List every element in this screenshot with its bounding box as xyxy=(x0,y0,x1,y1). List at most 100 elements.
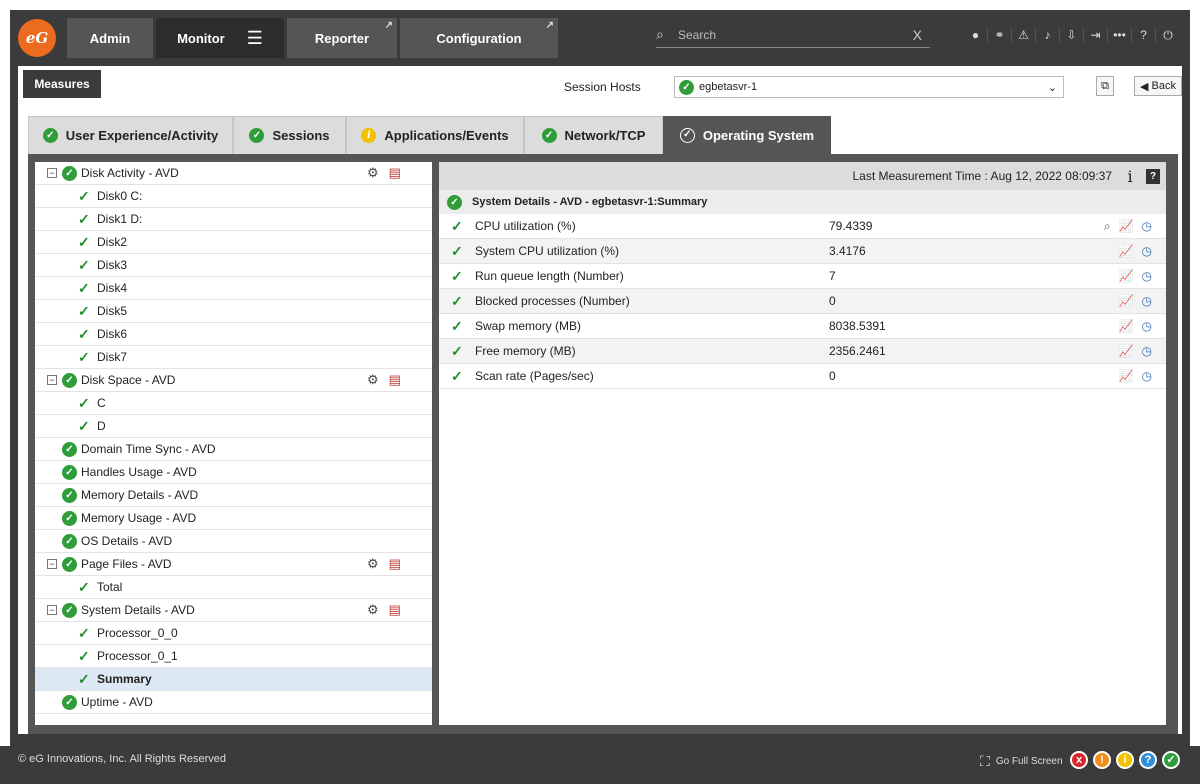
tree-descriptor-item[interactable]: ✓ Disk0 C: xyxy=(35,185,432,208)
tree-descriptor-item[interactable]: ✓ Disk6 xyxy=(35,323,432,346)
tab-user-experience[interactable]: ✓ User Experience/Activity xyxy=(28,116,233,154)
tree-descriptor-item[interactable]: ✓ Disk1 D: xyxy=(35,208,432,231)
history-icon[interactable]: ◷ xyxy=(1142,269,1152,283)
fullscreen-icon: ⛶ xyxy=(980,753,990,769)
search-icon[interactable]: ⌕ xyxy=(1104,219,1111,234)
tree-test-item[interactable]: ✓ Memory Details - AVD xyxy=(35,484,432,507)
info-icon[interactable]: i xyxy=(1122,167,1138,186)
user-icon[interactable]: ● xyxy=(964,28,988,43)
unknown-status-icon[interactable]: ? xyxy=(1139,751,1157,769)
go-full-screen-button[interactable]: ⛶ Go Full Screen xyxy=(980,753,1063,770)
tab-network-tcp[interactable]: ✓ Network/TCP xyxy=(524,116,663,154)
tree-test-item[interactable]: ✓ Uptime - AVD xyxy=(35,691,432,714)
tree-test-item[interactable]: − ✓ Page Files - AVD ⚙ ▤ xyxy=(35,553,432,576)
clear-search-icon[interactable]: X xyxy=(913,27,922,43)
tree-descriptor-item[interactable]: ✓ Disk3 xyxy=(35,254,432,277)
tree-test-item[interactable]: ✓ Handles Usage - AVD xyxy=(35,461,432,484)
history-icon[interactable]: ◷ xyxy=(1142,344,1152,358)
link-icon[interactable]: ⚭ xyxy=(988,28,1012,43)
tree-descriptor-item[interactable]: ✓ D xyxy=(35,415,432,438)
measure-value: 3.4176 xyxy=(829,244,866,258)
tree-descriptor-item[interactable]: ✓ C xyxy=(35,392,432,415)
trend-graph-icon[interactable]: 📈 xyxy=(1119,219,1134,234)
configure-gear-icon[interactable]: ⚙ xyxy=(367,602,379,618)
tree-descriptor-item[interactable]: ✓ Processor_0_1 xyxy=(35,645,432,668)
tree-test-item[interactable]: ✓ OS Details - AVD xyxy=(35,530,432,553)
tree-item-label: System Details - AVD xyxy=(81,603,195,617)
configure-gear-icon[interactable]: ⚙ xyxy=(367,165,379,181)
tree-test-item[interactable]: − ✓ System Details - AVD ⚙ ▤ xyxy=(35,599,432,622)
critical-alarm-icon[interactable]: x xyxy=(1070,751,1088,769)
tab-operating-system[interactable]: ✓ Operating System xyxy=(663,116,831,154)
export-icon[interactable]: ⧉ xyxy=(1096,76,1114,96)
signin-icon[interactable]: ⇥ xyxy=(1084,28,1108,43)
minor-alarm-icon[interactable]: i xyxy=(1116,751,1134,769)
configure-gear-icon[interactable]: ⚙ xyxy=(367,372,379,388)
history-icon[interactable]: ◷ xyxy=(1142,369,1152,383)
tab-sessions[interactable]: ✓ Sessions xyxy=(233,116,346,154)
trend-graph-icon[interactable]: 📈 xyxy=(1119,294,1134,308)
nav-monitor[interactable]: Monitor ☰ xyxy=(156,18,284,58)
menu-hamburger-icon[interactable]: ☰ xyxy=(247,28,263,49)
tree-item-label: D xyxy=(97,419,106,433)
configure-gear-icon[interactable]: ⚙ xyxy=(367,556,379,572)
report-icon[interactable]: ▤ xyxy=(389,372,401,388)
measures-button[interactable]: Measures xyxy=(23,70,101,98)
trend-graph-icon[interactable]: 📈 xyxy=(1119,369,1134,383)
tree-descriptor-item[interactable]: ✓ Disk2 xyxy=(35,231,432,254)
tree-descriptor-item[interactable]: ✓ Disk4 xyxy=(35,277,432,300)
collapse-toggle-icon[interactable]: − xyxy=(47,605,57,615)
help-icon[interactable]: ? xyxy=(1132,28,1156,43)
report-icon[interactable]: ▤ xyxy=(389,165,401,181)
normal-status-icon[interactable]: ✓ xyxy=(1162,751,1180,769)
major-alarm-icon[interactable]: ! xyxy=(1093,751,1111,769)
trend-graph-icon[interactable]: 📈 xyxy=(1119,244,1134,258)
top-icon-group: ● ⚭ ⚠ ♪ ⇩ ⇥ ••• ? ⏻ xyxy=(964,28,1180,43)
help-icon[interactable]: ? xyxy=(1146,168,1160,184)
history-icon[interactable]: ◷ xyxy=(1142,294,1152,308)
report-icon[interactable]: ▤ xyxy=(389,602,401,618)
tree-test-item[interactable]: ✓ Memory Usage - AVD xyxy=(35,507,432,530)
more-icon[interactable]: ••• xyxy=(1108,28,1132,43)
session-host-value: egbetasvr-1 xyxy=(699,81,758,93)
nav-reporter[interactable]: Reporter ↗ xyxy=(287,18,397,58)
power-icon[interactable]: ⏻ xyxy=(1156,28,1180,43)
trend-graph-icon[interactable]: 📈 xyxy=(1119,269,1134,283)
alert-threshold-icon[interactable]: ⚠ xyxy=(1012,28,1036,43)
history-icon[interactable]: ◷ xyxy=(1142,319,1152,333)
session-hosts-label: Session Hosts xyxy=(564,80,641,94)
tree-descriptor-item[interactable]: ✓ Disk5 xyxy=(35,300,432,323)
trend-graph-icon[interactable]: 📈 xyxy=(1119,319,1134,333)
tree-item-tools: ⚙ ▤ xyxy=(367,602,401,618)
tree-item-label: Disk5 xyxy=(97,304,128,318)
checkmark-icon: ✓ xyxy=(78,233,90,250)
tree-descriptor-item[interactable]: ✓ Total xyxy=(35,576,432,599)
tree-descriptor-item[interactable]: ✓ Summary xyxy=(35,668,432,691)
tree-descriptor-item[interactable]: ✓ Disk7 xyxy=(35,346,432,369)
trend-graph-icon[interactable]: 📈 xyxy=(1119,344,1134,358)
collapse-toggle-icon[interactable]: − xyxy=(47,559,57,569)
collapse-toggle-icon[interactable]: − xyxy=(47,168,57,178)
measure-value: 0 xyxy=(829,369,836,383)
eg-logo-icon[interactable]: eG xyxy=(18,19,56,57)
tab-applications-events[interactable]: i Applications/Events xyxy=(346,116,524,154)
nav-configuration[interactable]: Configuration ↗ xyxy=(400,18,558,58)
history-icon[interactable]: ◷ xyxy=(1142,244,1152,258)
nav-admin[interactable]: Admin xyxy=(67,18,153,58)
tree-item-tools: ⚙ ▤ xyxy=(367,372,401,388)
session-host-select[interactable]: ✓ egbetasvr-1 ⌄ xyxy=(674,76,1064,98)
tree-test-item[interactable]: ✓ Domain Time Sync - AVD xyxy=(35,438,432,461)
measure-value: 2356.2461 xyxy=(829,344,886,358)
back-button[interactable]: ◀ Back xyxy=(1134,76,1182,96)
collapse-toggle-icon[interactable]: − xyxy=(47,375,57,385)
top-navigation-bar: eG Admin Monitor ☰ Reporter ↗ Configuratio… xyxy=(10,10,1190,66)
bell-icon[interactable]: ♪ xyxy=(1036,28,1060,43)
report-icon[interactable]: ▤ xyxy=(389,556,401,572)
tree-test-item[interactable]: − ✓ Disk Space - AVD ⚙ ▤ xyxy=(35,369,432,392)
status-ok-icon: ✓ xyxy=(62,533,77,549)
tree-test-item[interactable]: − ✓ Disk Activity - AVD ⚙ ▤ xyxy=(35,162,432,185)
download-icon[interactable]: ⇩ xyxy=(1060,28,1084,43)
search-input[interactable]: ⌕ Search X xyxy=(656,22,930,48)
history-icon[interactable]: ◷ xyxy=(1142,219,1152,234)
tree-descriptor-item[interactable]: ✓ Processor_0_0 xyxy=(35,622,432,645)
